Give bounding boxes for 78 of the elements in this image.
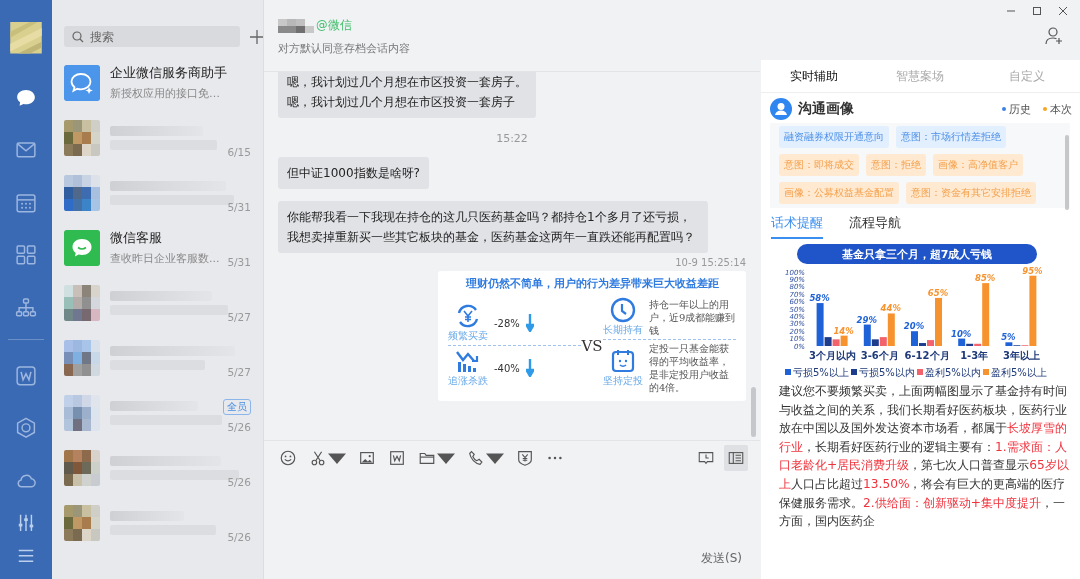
infographic-title: 理财仍然不简单，用户的行为差异带来巨大收益差距 xyxy=(464,276,720,291)
contact-source: @微信 xyxy=(316,18,352,33)
message-timestamp: 10-9 15:25:14 xyxy=(675,257,746,268)
infographic-label: 追涨杀跌 xyxy=(448,374,488,388)
legend-label: 亏损5%以上 xyxy=(793,367,849,378)
section-title: 沟通画像 xyxy=(798,100,855,118)
legend-label: 历史 xyxy=(1009,101,1031,117)
chat-list-item[interactable]: 微信客服 查收昨日企业客服数... 5/31 xyxy=(52,220,263,275)
profile-tag: 画像：公募权益基金配置 xyxy=(779,182,899,204)
infographic-text: 定投一只基金能获得的平均收益率，是非定投用户收益的4倍。 xyxy=(649,342,730,394)
value-label: 10% xyxy=(951,328,972,339)
chat-list-item[interactable]: 企业微信服务商助手 新授权应用的接口免… xyxy=(52,55,263,110)
message-date: 5/27 xyxy=(227,365,251,378)
message-bubble: 但中证1000指数是啥呀? xyxy=(278,157,429,189)
message-bubble: 你能帮我看一下我现在持仓的这几只医药基金吗？都持仓1个多月了还亏损，我想卖掉重新买一些其它板块的基金，医药基金这两年一直跌还能再配置吗？ xyxy=(278,201,708,253)
message-preview: 查收昨日企业客服数... xyxy=(110,250,218,266)
send-button[interactable]: 发送(S) xyxy=(697,548,746,569)
chat-list-item[interactable]: 5/27 xyxy=(52,330,263,385)
value-label: 44% xyxy=(880,303,901,314)
chart-title: 基金只拿三个月，超7成人亏钱 xyxy=(841,248,993,261)
value-label: 20% xyxy=(903,321,925,332)
contact-name: 企业微信服务商助手 xyxy=(110,64,228,82)
chat-list-item[interactable]: 5/27 xyxy=(52,275,263,330)
message-bubble: 嗯，我计划过几个月想在市区投资一套房子。 嗯，我计划过几个月想在市区投资一套房子 xyxy=(278,72,536,118)
profile-tag: 意图：即将成交 xyxy=(779,154,859,176)
tab[interactable]: 实时辅助 xyxy=(761,62,868,90)
contact-name: 微信客服 xyxy=(110,229,163,247)
profile-tag: 意图：拒绝 xyxy=(866,154,926,176)
time-divider: 15:22 xyxy=(496,132,528,145)
profile-tag: 融资融券权限开通意向 xyxy=(779,126,889,148)
message-date: 6/15 xyxy=(227,145,251,158)
infographic-text: 持仓一年以上的用户，近9成都能赚到钱 xyxy=(649,297,736,337)
category-label: 6-12个月 xyxy=(904,350,950,361)
tab[interactable]: 自定义 xyxy=(973,62,1080,90)
versus-text: VS xyxy=(581,336,603,355)
profile-tag: 画像：高净值客户 xyxy=(933,154,1023,176)
message-date: 5/31 xyxy=(227,200,251,213)
message-date: 5/31 xyxy=(227,255,251,268)
chat-list-item[interactable]: 5/26 xyxy=(52,495,263,550)
legend-label: 亏损5%以内 xyxy=(859,367,915,378)
chat-list-item[interactable]: 全员 5/26 xyxy=(52,385,263,440)
message-date: 5/26 xyxy=(227,475,251,488)
value-label: 85% xyxy=(975,273,996,284)
message-date: 5/26 xyxy=(227,420,251,433)
message-input[interactable]: 发送(S) xyxy=(264,475,760,579)
chat-list-item[interactable]: 5/26 xyxy=(52,440,263,495)
legend-label: 盈利5%以内 xyxy=(925,367,981,378)
message-date: 5/26 xyxy=(227,530,251,543)
change-value: -40% xyxy=(494,362,520,374)
value-label: 14% xyxy=(833,325,854,336)
profile-tag: 意图：资金有其它安排拒绝 xyxy=(906,182,1036,204)
chat-list-item[interactable]: 5/31 xyxy=(52,165,263,220)
message-preview: 新授权应用的接口免… xyxy=(110,85,221,101)
value-label: 95% xyxy=(1022,265,1043,276)
advice-paragraph: 建议您不要频繁买卖，上面两幅图显示了基金持有时间与收益之间的关系，我们长期看好医药板块，医药行业放在中国以及国外发达资本市场看，都属于长坡厚雪的行业，长期看好医药行业的逻辑主要有：1.需求面：人口老龄化+居民消费升级，第七次人口普查显示65岁以上人口占比超过13.50%，将会有巨大的更高端的医疗保健服务需求。2.供给面：创新驱动+集中度提升，一方面，国内医药企 xyxy=(779,383,1070,531)
value-label: 58% xyxy=(809,293,830,304)
chat-list-item[interactable]: 6/15 xyxy=(52,110,263,165)
tab[interactable]: 流程导航 xyxy=(849,213,901,239)
value-label: 29% xyxy=(856,314,877,325)
tab[interactable]: 智慧案场 xyxy=(867,62,974,90)
change-value: -28% xyxy=(494,317,520,329)
legend-label: 本次 xyxy=(1050,101,1072,117)
legend-label: 盈利5%以上 xyxy=(991,367,1047,378)
infographic-label: 坚持定投 xyxy=(603,374,643,388)
group-tag: 全员 xyxy=(223,398,251,415)
category-label: 3-6个月 xyxy=(860,350,899,361)
value-label: 65% xyxy=(927,287,949,298)
tab[interactable]: 话术提醒 xyxy=(771,213,823,239)
infographic-label: 频繁买卖 xyxy=(448,329,488,343)
category-label: 3年以上 xyxy=(1002,350,1040,361)
search-field[interactable]: 搜索 xyxy=(64,26,240,47)
message-date: 5/27 xyxy=(227,310,251,323)
profile-tag: 意图：市场行情差拒绝 xyxy=(896,126,1006,148)
archive-notice: 对方默认同意存档会话内容 xyxy=(278,41,411,56)
value-label: 5% xyxy=(1001,332,1016,343)
category-label: 3个月以内 xyxy=(809,350,857,361)
category-label: 1-3年 xyxy=(960,350,989,361)
infographic-label: 长期持有 xyxy=(603,323,643,337)
